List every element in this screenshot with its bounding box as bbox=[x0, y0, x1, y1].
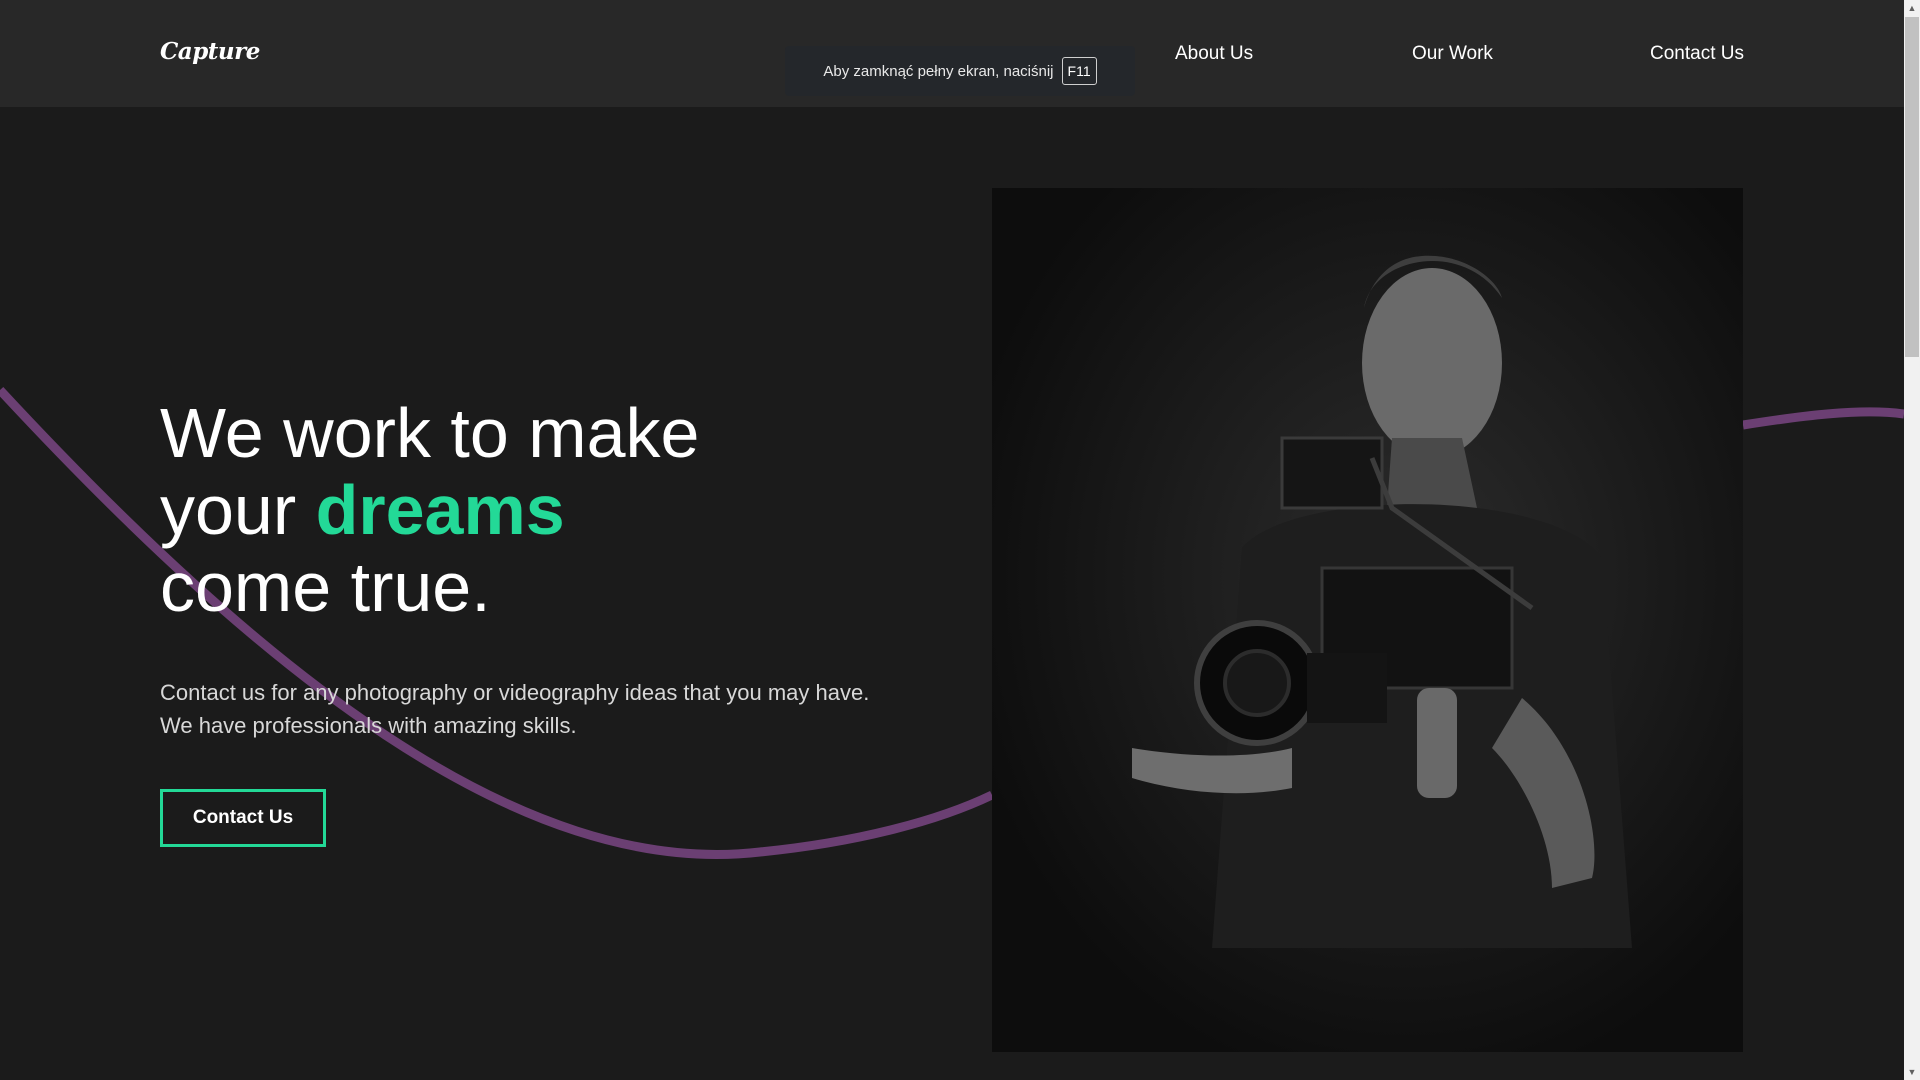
scroll-down-arrow-icon[interactable]: ▼ bbox=[1904, 1064, 1920, 1080]
contact-us-button[interactable]: Contact Us bbox=[160, 789, 326, 847]
scroll-up-arrow-icon[interactable]: ▲ bbox=[1904, 0, 1920, 16]
hero-title: We work to make your dreams come true. bbox=[160, 395, 699, 626]
fullscreen-key-badge: F11 bbox=[1061, 57, 1097, 85]
hero-title-line2-prefix: your bbox=[160, 471, 316, 549]
nav-about-us[interactable]: About Us bbox=[1175, 43, 1253, 65]
hero-title-line3: come true. bbox=[160, 548, 491, 626]
hero-title-line1: We work to make bbox=[160, 394, 700, 472]
nav-our-work[interactable]: Our Work bbox=[1412, 43, 1493, 65]
logo[interactable]: Capture bbox=[160, 38, 260, 65]
fullscreen-notice-text: Aby zamknąć pełny ekran, naciśnij bbox=[823, 62, 1054, 80]
hero-description: Contact us for any photography or videog… bbox=[160, 680, 870, 738]
hero-photo bbox=[992, 188, 1743, 1052]
hero-title-accent: dreams bbox=[315, 471, 565, 549]
nav-contact-us[interactable]: Contact Us bbox=[1650, 43, 1744, 65]
fullscreen-notice: Aby zamknąć pełny ekran, naciśnij F11 bbox=[785, 46, 1135, 96]
scrollbar-thumb[interactable] bbox=[1905, 17, 1919, 357]
